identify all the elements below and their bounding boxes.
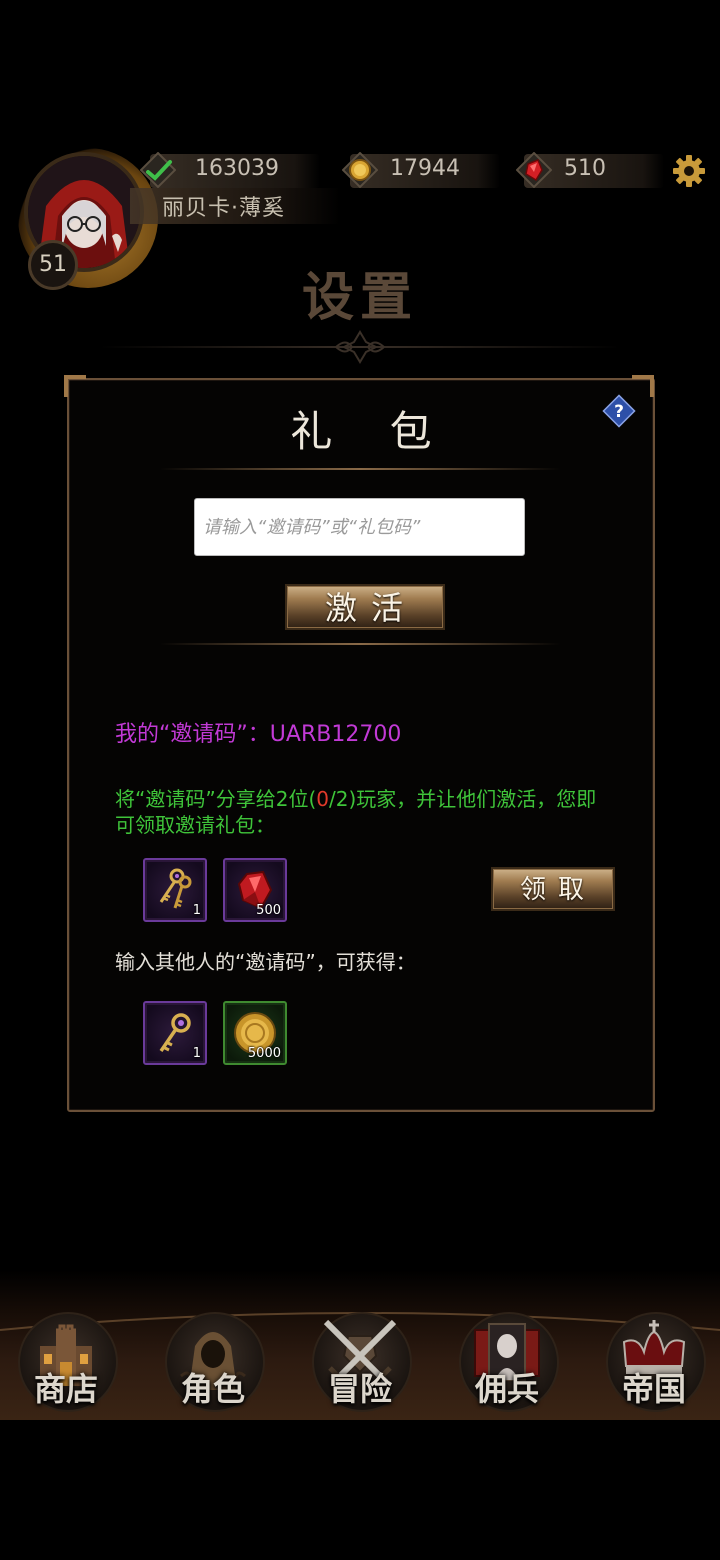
nav-mercenary-label: 佣兵 xyxy=(474,1370,539,1408)
reward-slot-keys[interactable]: 1 xyxy=(143,858,207,922)
player-name: 丽贝卡·薄奚 xyxy=(162,196,285,221)
share-instructions: 将“邀请码”分享给2位(0/2)玩家，并让他们激活，您即可领取邀请礼包： xyxy=(115,786,615,838)
nav-shop-label: 商店 xyxy=(33,1370,98,1408)
reward-count: 1 xyxy=(192,1046,201,1061)
claim-button[interactable]: 领取 xyxy=(491,867,615,911)
other-code-instructions: 输入其他人的“邀请码”，可获得： xyxy=(115,950,416,974)
my-invite-code: 我的“邀请码”：UARB12700 xyxy=(115,722,402,747)
activate-button[interactable]: 激活 xyxy=(285,584,445,630)
resource-value-2: 17944 xyxy=(390,156,460,181)
nav-empire[interactable]: 帝国 xyxy=(606,1312,706,1412)
nav-adventure-label: 冒险 xyxy=(327,1370,392,1408)
check-icon xyxy=(139,151,177,189)
panel-divider-top xyxy=(160,468,560,470)
nav-shop[interactable]: 商店 xyxy=(18,1312,118,1412)
panel-divider-mid xyxy=(160,643,560,645)
title-ornament xyxy=(100,330,620,364)
nav-adventure[interactable]: 冒险 xyxy=(312,1312,412,1412)
nav-empire-label: 帝国 xyxy=(621,1370,686,1408)
reward-count: 5000 xyxy=(247,1046,281,1061)
reward-count: 1 xyxy=(192,903,201,918)
reward-slot-key[interactable]: 1 xyxy=(143,1001,207,1065)
reward-slot-coins[interactable]: 5000 xyxy=(223,1001,287,1065)
reward-slot-gems[interactable]: 500 xyxy=(223,858,287,922)
red-gem-icon xyxy=(515,151,553,189)
gold-coin-icon xyxy=(341,151,379,189)
page-title: 设置 xyxy=(301,267,418,328)
resource-value-3: 510 xyxy=(564,156,606,181)
gift-code-input[interactable] xyxy=(194,498,525,556)
resource-value-1: 163039 xyxy=(195,156,279,181)
svg-text:?: ? xyxy=(614,402,624,422)
help-icon[interactable]: ? xyxy=(602,394,636,428)
share-progress: 0 xyxy=(316,787,329,811)
share-text-before: 将“邀请码”分享给2位( xyxy=(115,787,317,811)
nav-mercenary[interactable]: 佣兵 xyxy=(459,1312,559,1412)
gear-icon[interactable] xyxy=(672,154,706,188)
panel-title: 礼 包 xyxy=(290,407,454,456)
nav-character[interactable]: 角色 xyxy=(165,1312,265,1412)
reward-count: 500 xyxy=(256,903,281,918)
panel-corner-tl xyxy=(64,375,86,397)
nav-character-label: 角色 xyxy=(180,1370,245,1408)
